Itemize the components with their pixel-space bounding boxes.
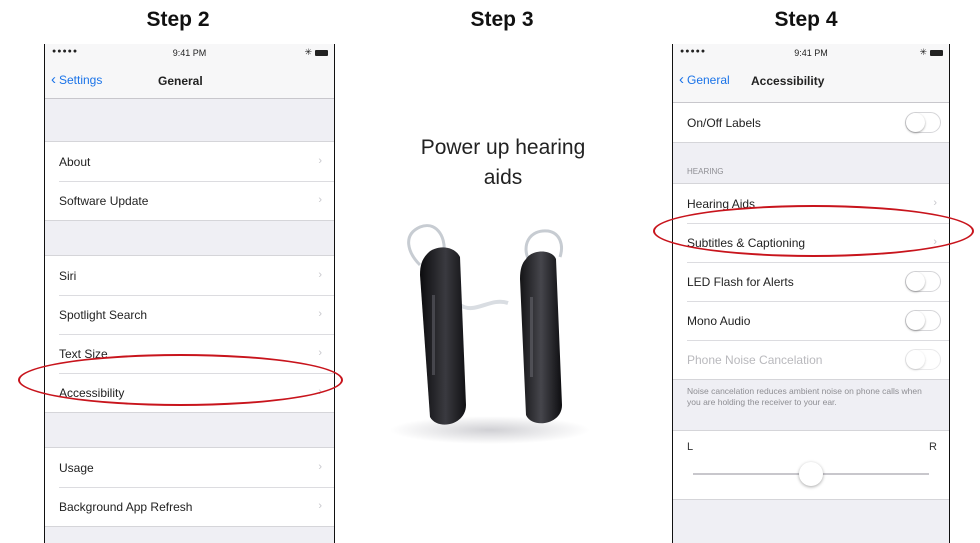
bluetooth-icon: ✳ bbox=[919, 47, 927, 57]
balance-slider-thumb[interactable] bbox=[799, 462, 823, 486]
chevron-right-icon: › bbox=[318, 269, 322, 281]
back-button[interactable]: ‹ General bbox=[679, 71, 730, 88]
chevron-right-icon: › bbox=[318, 155, 322, 167]
settings-row-background-app-refresh[interactable]: Background App Refresh › bbox=[45, 487, 334, 526]
settings-row-about[interactable]: About › bbox=[45, 142, 334, 181]
chevron-right-icon: › bbox=[318, 347, 322, 359]
row-label: Background App Refresh bbox=[59, 499, 193, 514]
step-3-caption: Power up hearing aids bbox=[378, 133, 628, 193]
accessibility-group-interaction: On/Off Labels bbox=[673, 103, 949, 143]
general-settings-screen: ●●●●● 9:41 PM ✳ ‹ Settings General About… bbox=[44, 44, 335, 543]
chevron-left-icon: ‹ bbox=[51, 71, 56, 88]
step-4-title: Step 4 bbox=[774, 8, 838, 31]
back-label: General bbox=[687, 73, 730, 87]
balance-left-label: L bbox=[687, 441, 694, 453]
row-label: Siri bbox=[59, 268, 77, 283]
row-label: Software Update bbox=[59, 193, 149, 208]
row-label: About bbox=[59, 154, 91, 169]
settings-row-siri[interactable]: Siri › bbox=[45, 256, 334, 295]
status-time: 9:41 PM bbox=[172, 48, 207, 58]
battery-icon bbox=[930, 50, 943, 56]
ear-dome bbox=[458, 299, 509, 311]
mono-audio-toggle[interactable] bbox=[905, 310, 941, 331]
chevron-right-icon: › bbox=[318, 500, 322, 512]
chevron-right-icon: › bbox=[933, 197, 937, 209]
page-title: Accessibility bbox=[751, 74, 825, 88]
floor-shadow bbox=[390, 416, 590, 444]
settings-row-spotlight-search[interactable]: Spotlight Search › bbox=[45, 295, 334, 334]
noise-cancelation-footnote: Noise cancelation reduces ambient noise … bbox=[687, 386, 922, 407]
settings-group-1: About › Software Update › bbox=[45, 141, 334, 221]
settings-group-3: Usage › Background App Refresh › bbox=[45, 447, 334, 527]
left-hearing-aid bbox=[420, 247, 466, 425]
step-2-title: Step 2 bbox=[146, 8, 210, 31]
balance-right-label: R bbox=[929, 441, 937, 453]
chevron-right-icon: › bbox=[318, 308, 322, 320]
step-3-title: Step 3 bbox=[470, 8, 534, 31]
battery-icon bbox=[315, 50, 328, 56]
chevron-left-icon: ‹ bbox=[679, 71, 684, 88]
balance-group: L R bbox=[673, 430, 949, 500]
caption-line-2: aids bbox=[483, 166, 523, 189]
status-bar: ●●●●● 9:41 PM ✳ bbox=[45, 44, 334, 61]
nav-bar: ‹ Settings General bbox=[45, 61, 334, 99]
instruction-graphic: Step 2 Step 3 Step 4 ●●●●● 9:41 PM ✳ ‹ S… bbox=[0, 0, 980, 543]
settings-row-on-off-labels[interactable]: On/Off Labels bbox=[673, 103, 949, 142]
page-title: General bbox=[158, 74, 203, 88]
row-label: LED Flash for Alerts bbox=[687, 274, 794, 289]
bluetooth-icon: ✳ bbox=[304, 47, 312, 57]
row-label: Spotlight Search bbox=[59, 307, 148, 322]
highlight-hearing-aids-oval bbox=[653, 205, 974, 257]
nav-bar: ‹ General Accessibility bbox=[673, 61, 949, 103]
accessibility-settings-screen: ●●●●● 9:41 PM ✳ ‹ General Accessibility … bbox=[672, 44, 950, 543]
led-flash-toggle[interactable] bbox=[905, 271, 941, 292]
back-button[interactable]: ‹ Settings bbox=[51, 71, 103, 88]
settings-row-led-flash[interactable]: LED Flash for Alerts bbox=[673, 262, 949, 301]
right-hearing-aid bbox=[520, 251, 562, 424]
section-header-hearing: HEARING bbox=[687, 167, 724, 176]
on-off-labels-toggle[interactable] bbox=[905, 112, 941, 133]
status-bar: ●●●●● 9:41 PM ✳ bbox=[673, 44, 949, 61]
settings-row-software-update[interactable]: Software Update › bbox=[45, 181, 334, 220]
row-label: On/Off Labels bbox=[687, 115, 761, 130]
settings-row-mono-audio[interactable]: Mono Audio bbox=[673, 301, 949, 340]
noise-cancelation-toggle[interactable] bbox=[905, 349, 941, 370]
chevron-right-icon: › bbox=[318, 194, 322, 206]
row-label: Phone Noise Cancelation bbox=[687, 352, 823, 367]
chevron-right-icon: › bbox=[318, 461, 322, 473]
highlight-accessibility-oval bbox=[18, 354, 343, 406]
settings-row-usage[interactable]: Usage › bbox=[45, 448, 334, 487]
settings-row-phone-noise-cancelation[interactable]: Phone Noise Cancelation bbox=[673, 340, 949, 379]
caption-line-1: Power up hearing bbox=[420, 136, 586, 159]
status-time: 9:41 PM bbox=[794, 48, 828, 58]
hearing-aids-image bbox=[390, 224, 590, 444]
row-label: Usage bbox=[59, 460, 94, 475]
row-label: Mono Audio bbox=[687, 313, 751, 328]
back-label: Settings bbox=[59, 73, 103, 87]
